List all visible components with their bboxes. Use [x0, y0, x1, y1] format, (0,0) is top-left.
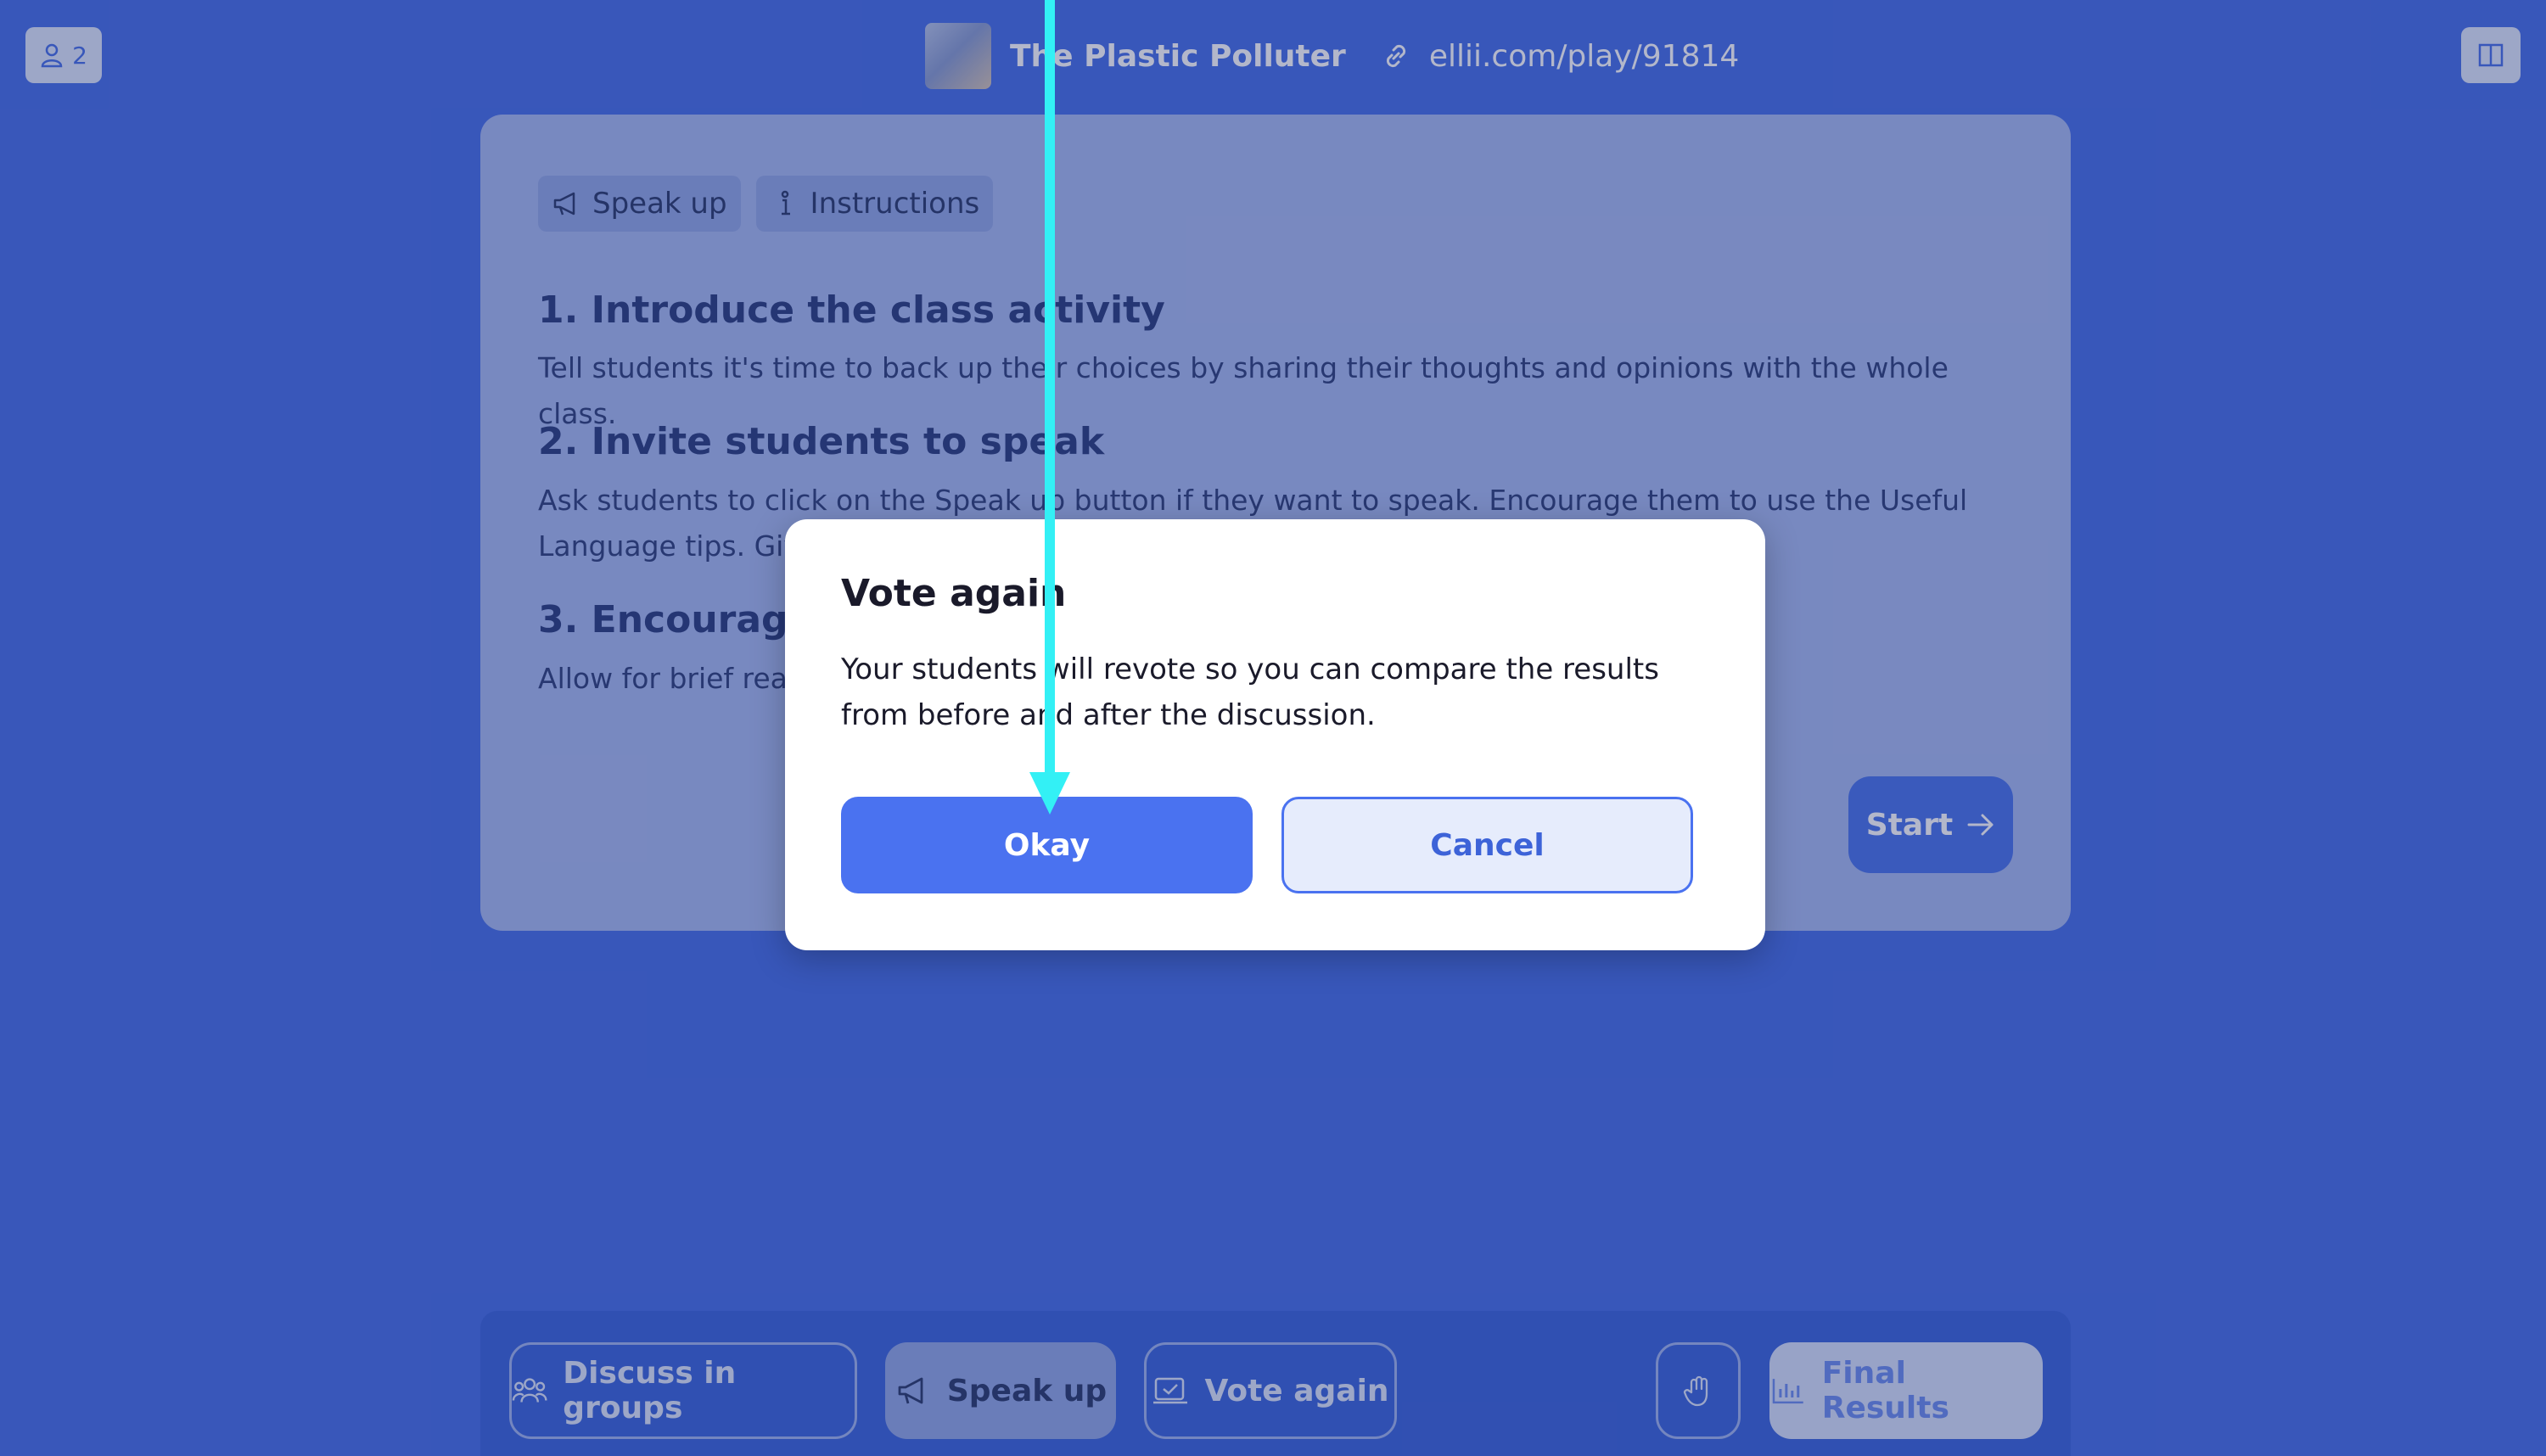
cancel-button[interactable]: Cancel	[1281, 797, 1693, 893]
annotation-arrow-icon	[1029, 0, 1070, 815]
dialog-message: Your students will revote so you can com…	[841, 652, 1659, 732]
vote-again-dialog: Vote again Your students will revote so …	[785, 519, 1765, 950]
